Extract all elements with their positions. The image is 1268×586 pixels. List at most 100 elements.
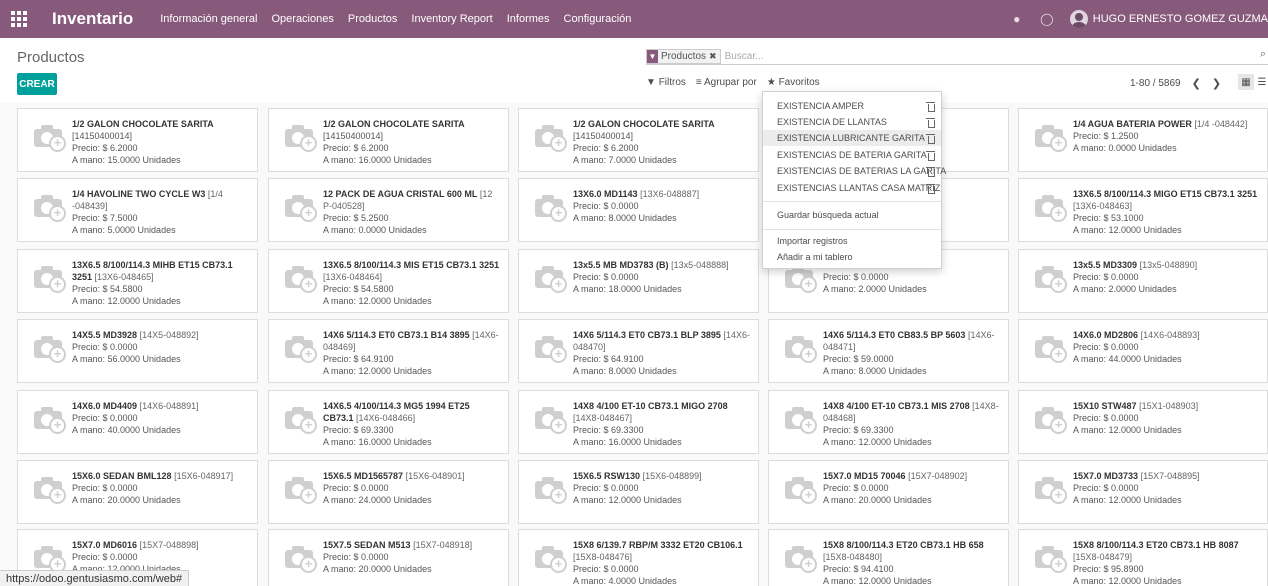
product-card[interactable]: +15X7.0 MD15 70046 [15X7-048902] Precio: … xyxy=(768,460,1009,524)
product-card-body: 14X6 5/114.3 ET0 CB83.5 BP 5603 [14X6-04… xyxy=(823,329,1002,377)
camera-placeholder-icon: + xyxy=(277,117,323,157)
menu-item-inventory-report[interactable]: Inventory Report xyxy=(404,13,499,25)
product-card[interactable]: +13X6.5 8/100/114.3 MIS ET15 CB73.1 3251… xyxy=(268,249,509,313)
chat-icon[interactable]: ● xyxy=(1002,0,1032,38)
search-icon[interactable]: ⌕ xyxy=(1260,48,1266,61)
product-name: 14X6 5/114.3 ET0 CB73.1 BLP 3895 [14X6-0… xyxy=(573,329,752,353)
product-card[interactable]: +1/2 GALON CHOCOLATE SARITA [14150400014]… xyxy=(268,108,509,172)
product-code: [1/4 -048442] xyxy=(1194,119,1248,129)
product-name: 15X8 8/100/114.3 ET20 CB73.1 HB 8087 [15… xyxy=(1073,539,1261,563)
favorite-item[interactable]: EXISTENCIAS DE BATERIA GARITA xyxy=(763,147,941,163)
pager-value[interactable]: 1-80 / 5869 xyxy=(1130,78,1181,89)
product-code: [14X5-048892] xyxy=(139,330,199,340)
chevron-left-icon[interactable]: ❮ xyxy=(1192,77,1201,90)
product-detail: Precio: $ 59.0000 xyxy=(823,354,894,364)
clock-icon[interactable]: ◯ xyxy=(1032,0,1062,38)
create-button[interactable]: CREAR xyxy=(17,73,57,95)
product-name: 15X7.0 MD15 70046 [15X7-048902] xyxy=(823,470,1002,482)
product-card[interactable]: +1/2 GALON CHOCOLATE SARITA [14150400014]… xyxy=(17,108,258,172)
save-search-item[interactable]: Guardar búsqueda actual xyxy=(763,207,941,223)
add-to-dashboard-item[interactable]: Añadir a mi tablero xyxy=(763,249,941,265)
product-card-body: 13X6.5 8/100/114.3 MIGO ET15 CB73.1 3251… xyxy=(1073,188,1261,236)
trash-icon[interactable] xyxy=(926,101,935,112)
product-card[interactable]: +12 PACK DE AGUA CRISTAL 600 ML [12 P-04… xyxy=(268,178,509,242)
product-card[interactable]: +14X6 5/114.3 ET0 CB83.5 BP 5603 [14X6-0… xyxy=(768,319,1009,383)
close-icon[interactable]: ✖ xyxy=(709,51,720,62)
product-card[interactable]: +13x5.5 MB MD3783 (B) [13x5-048888] Preci… xyxy=(518,249,759,313)
product-code: [13X6-048464] xyxy=(323,272,383,282)
product-card[interactable]: +15X6.0 SEDAN BML128 [15X6-048917] Precio… xyxy=(17,460,258,524)
favorite-item-label: EXISTENCIAS DE BATERIA GARITA xyxy=(777,150,927,160)
product-detail: Precio: $ 0.0000 xyxy=(573,564,639,574)
import-records-item[interactable]: Importar registros xyxy=(763,233,941,249)
kanban-view-icon[interactable]: ▦ xyxy=(1238,74,1254,90)
avatar[interactable] xyxy=(1069,10,1088,28)
apps-menu-button[interactable] xyxy=(0,0,38,38)
product-card[interactable]: +1/4 HAVOLINE TWO CYCLE W3 [1/4 -048439]… xyxy=(17,178,258,242)
product-card[interactable]: +14X6.0 MD2806 [14X6-048893] Precio: $ 0.… xyxy=(1018,319,1268,383)
product-card[interactable]: +15X10 STW487 [15X1-048903] Precio: $ 0.0… xyxy=(1018,390,1268,454)
product-card[interactable]: +14X6.5 4/100/114.3 MG5 1994 ET25 CB73.1… xyxy=(268,390,509,454)
product-code: [15X6-048901] xyxy=(405,471,465,481)
list-view-icon[interactable]: ☰ xyxy=(1254,74,1268,90)
product-card[interactable]: +15X8 8/100/114.3 ET20 CB73.1 HB 8087 [1… xyxy=(1018,529,1268,586)
product-card[interactable]: +14X6 5/114.3 ET0 CB73.1 B14 3895 [14X6-… xyxy=(268,319,509,383)
user-name[interactable]: HUGO ERNESTO GOMEZ GUZMA xyxy=(1093,13,1268,25)
product-card[interactable]: +15X8 8/100/114.3 ET20 CB73.1 HB 658 [15… xyxy=(768,529,1009,586)
product-card[interactable]: +13X6.5 8/100/114.3 MIHB ET15 CB73.1 325… xyxy=(17,249,258,313)
product-card[interactable]: +13X6.0 MD1143 [13X6-048887] Precio: $ 0.… xyxy=(518,178,759,242)
product-detail: A mano: 12.0000 Unidades xyxy=(1073,225,1182,235)
product-name: 1/4 AGUA BATERIA POWER [1/4 -048442] xyxy=(1073,118,1261,130)
menu-item-operaciones[interactable]: Operaciones xyxy=(264,13,340,25)
product-card[interactable]: +14X6.0 MD4409 [14X6-048891] Precio: $ 0.… xyxy=(17,390,258,454)
product-card[interactable]: +1/2 GALON CHOCOLATE SARITA [14150400014]… xyxy=(518,108,759,172)
chevron-right-icon[interactable]: ❯ xyxy=(1212,77,1221,90)
product-card[interactable]: +15X7.0 MD3733 [15X7-048895] Precio: $ 0.… xyxy=(1018,460,1268,524)
product-card[interactable]: +15X7.5 SEDAN M513 [15X7-048918] Precio: … xyxy=(268,529,509,586)
product-card[interactable]: +14X5.5 MD3928 [14X5-048892] Precio: $ 0.… xyxy=(17,319,258,383)
product-card-body: 15X6.5 MD1565787 [15X6-048901] Precio: $ … xyxy=(323,470,502,506)
product-card[interactable]: +1/4 AGUA BATERIA POWER [1/4 -048442] Pre… xyxy=(1018,108,1268,172)
status-url: https://odoo.gentusiasmo.com/web# xyxy=(0,570,190,586)
favorite-item[interactable]: EXISTENCIA DE LLANTAS xyxy=(763,114,941,130)
breadcrumb: Productos xyxy=(17,49,85,66)
menu-item-configuracion[interactable]: Configuración xyxy=(557,13,639,25)
favorite-item[interactable]: EXISTENCIA AMPER xyxy=(763,98,941,114)
trash-icon[interactable] xyxy=(926,117,935,128)
product-title: 15X7.0 MD3733 xyxy=(1073,471,1139,481)
menu-item-productos[interactable]: Productos xyxy=(341,13,405,25)
product-card-body: 14X6 5/114.3 ET0 CB73.1 BLP 3895 [14X6-0… xyxy=(573,329,752,377)
product-card[interactable]: +13x5.5 MD3309 [13x5-048890] Precio: $ 0.… xyxy=(1018,249,1268,313)
trash-icon[interactable] xyxy=(926,166,935,177)
product-name: 15X7.0 MD3733 [15X7-048895] xyxy=(1073,470,1261,482)
favorite-item[interactable]: EXISTENCIA LUBRICANTE GARITA xyxy=(763,130,941,146)
product-card-body: 14X6.0 MD4409 [14X6-048891] Precio: $ 0.0… xyxy=(72,400,251,436)
favorite-item[interactable]: EXISTENCIAS DE BATERIAS LA GARITA xyxy=(763,163,946,179)
trash-icon[interactable] xyxy=(926,150,935,161)
product-detail: A mano: 12.0000 Unidades xyxy=(1073,495,1182,505)
groupby-button[interactable]: ≡ Agrupar por xyxy=(696,77,757,88)
product-card[interactable]: +15X6.5 RSW130 [15X6-048899] Precio: $ 0.… xyxy=(518,460,759,524)
trash-icon[interactable] xyxy=(926,183,935,194)
product-card[interactable]: +14X8 4/100 ET-10 CB73.1 MIGO 2708 [14X8… xyxy=(518,390,759,454)
product-card[interactable]: +14X8 4/100 ET-10 CB73.1 MIS 2708 [14X8-… xyxy=(768,390,1009,454)
product-card[interactable]: +13X6.5 8/100/114.3 MIGO ET15 CB73.1 325… xyxy=(1018,178,1268,242)
camera-placeholder-icon: + xyxy=(527,328,573,368)
favorite-item[interactable]: EXISTENCIAS LLANTAS CASA MATRIZ xyxy=(763,180,941,196)
favorites-button[interactable]: ★ Favoritos xyxy=(767,77,820,88)
product-title: 15X8 6/139.7 RBP/M 3332 ET20 CB106.1 xyxy=(573,540,743,550)
product-title: 15X6.0 SEDAN BML128 xyxy=(72,471,172,481)
menu-item-informes[interactable]: Informes xyxy=(500,13,557,25)
filters-button[interactable]: ▼ Filtros xyxy=(646,77,686,88)
search-input[interactable] xyxy=(724,48,1125,64)
pager: 1-80 / 5869 ❮ ❯ xyxy=(1130,77,1221,90)
product-title: 15X7.0 MD15 70046 xyxy=(823,471,906,481)
product-detail: Precio: $ 0.0000 xyxy=(1073,272,1139,282)
product-title: 13X6.5 8/100/114.3 MIGO ET15 CB73.1 3251 xyxy=(1073,189,1258,199)
product-card[interactable]: +14X6 5/114.3 ET0 CB73.1 BLP 3895 [14X6-… xyxy=(518,319,759,383)
product-card[interactable]: +15X6.5 MD1565787 [15X6-048901] Precio: $… xyxy=(268,460,509,524)
camera-placeholder-icon: + xyxy=(1027,258,1073,298)
trash-icon[interactable] xyxy=(926,133,935,144)
product-card[interactable]: +15X8 6/139.7 RBP/M 3332 ET20 CB106.1 [1… xyxy=(518,529,759,586)
menu-item-informacion-general[interactable]: Información general xyxy=(153,13,264,25)
